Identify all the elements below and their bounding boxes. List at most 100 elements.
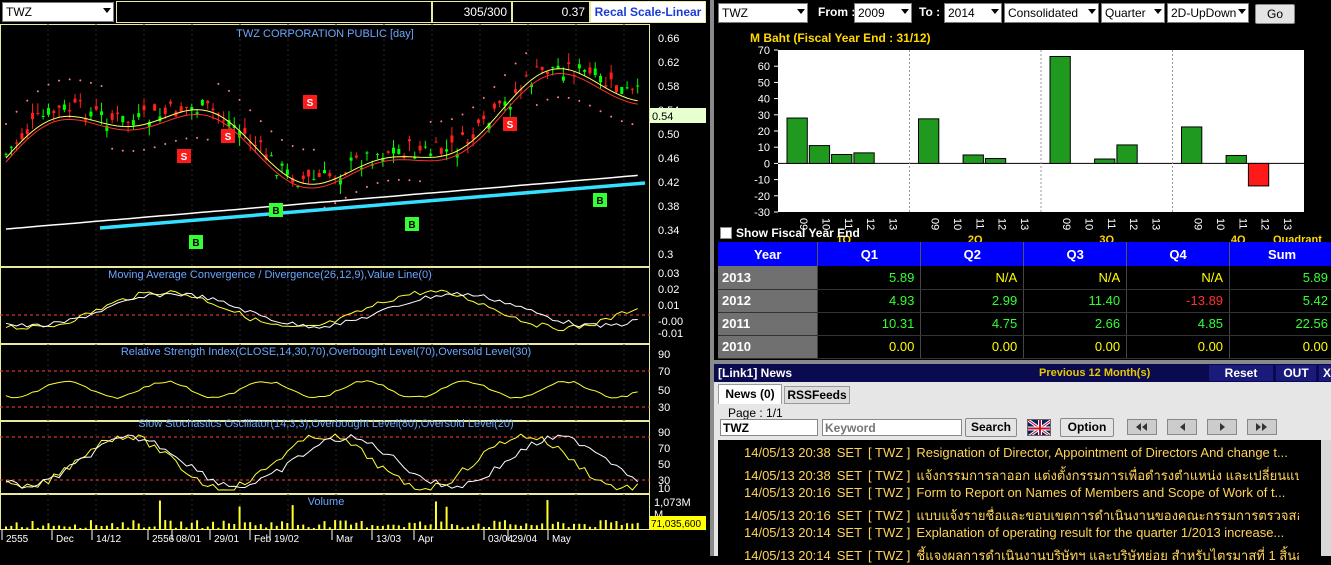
volume-bar (121, 522, 124, 530)
table-row[interactable]: 2012 4.93 2.99 11.40 -13.89 5.42 (718, 289, 1331, 313)
news-date: 14/05/13 20:16 (744, 508, 831, 523)
news-text: Form to Report on Names of Members and S… (916, 485, 1286, 500)
volume-bar (238, 506, 241, 530)
fund-symbol-select[interactable]: TWZ (718, 3, 808, 23)
consolidated-select[interactable]: Consolidated (1004, 3, 1099, 23)
previous-months-label[interactable]: Previous 12 Month(s) (1039, 367, 1150, 379)
show-fye-checkbox[interactable] (720, 227, 732, 239)
view-select[interactable]: 2D-UpDown (1167, 3, 1249, 23)
table-row[interactable]: 2011 10.31 4.75 2.66 4.85 22.56 (718, 312, 1331, 336)
to-year-select[interactable]: 2014 (944, 3, 1002, 23)
sar-dot (68, 78, 71, 81)
news-scrollbar[interactable] (1321, 440, 1331, 556)
list-item[interactable]: 14/05/13 20:38 SET [ TWZ ] Resignation of D… (744, 445, 1299, 465)
sar-dot (259, 120, 262, 123)
list-item[interactable]: 14/05/13 20:16 SET [ TWZ ] Form to Report o… (744, 485, 1299, 505)
last-page-button[interactable] (1247, 419, 1277, 435)
candle-body (163, 107, 167, 114)
search-button[interactable]: Search (965, 418, 1017, 437)
cell-q2: 4.75 (920, 312, 1025, 336)
cell-q4: 0.00 (1126, 335, 1231, 359)
y-tick-label: -10 (754, 175, 770, 187)
list-item[interactable]: 14/05/13 20:14 SET [ TWZ ] Explanation of o… (744, 525, 1299, 545)
news-market: SET (836, 468, 863, 483)
candle-body (68, 110, 72, 112)
volume-bar (153, 526, 156, 530)
volume-bar (323, 521, 326, 530)
price-tick: 0.58 (658, 81, 679, 93)
cell-q2: 0.00 (920, 335, 1025, 359)
list-item[interactable]: 14/05/13 20:38 SET [ TWZ ] แจ้งกรรมการลาออก… (744, 465, 1299, 485)
table-row[interactable]: 2010 0.00 0.00 0.00 0.00 0.00 (718, 335, 1331, 359)
recal-scale-button[interactable]: Recal Scale-Linear (590, 1, 706, 23)
language-flag-icon[interactable] (1027, 419, 1051, 436)
stoch-tick: 90 (658, 427, 670, 439)
candle-body (376, 154, 380, 156)
volume-bar (36, 527, 39, 530)
sar-dot (5, 123, 7, 125)
reset-button[interactable]: Reset (1209, 365, 1273, 381)
volume-bar (212, 521, 215, 530)
sar-dot (376, 181, 379, 184)
news-symbol-input[interactable] (720, 419, 818, 436)
out-button[interactable]: OUT (1276, 365, 1316, 381)
sar-dot (79, 79, 82, 82)
news-header-title: [Link1] News (718, 366, 793, 380)
candle-body (514, 89, 518, 93)
close-button[interactable]: X (1319, 365, 1331, 381)
news-date: 14/05/13 20:14 (744, 525, 831, 540)
date-label: Apr (418, 534, 434, 545)
volume-bar (387, 524, 390, 530)
option-button[interactable]: Option (1060, 418, 1114, 437)
table-row[interactable]: 2013 5.89 N/A N/A N/A 5.89 (718, 266, 1331, 290)
volume-bar (360, 520, 363, 530)
candle-body (131, 120, 135, 126)
period-select[interactable]: Quarter (1101, 3, 1165, 23)
volume-bar (249, 522, 252, 530)
volume-bar (105, 525, 108, 530)
col-q4: Q4 (1126, 242, 1231, 266)
volume-bar (296, 525, 299, 530)
candle-body (57, 105, 61, 108)
volume-bar (127, 527, 130, 530)
candle-body (328, 173, 332, 177)
chevron-right-icon (1220, 423, 1225, 431)
volume-bar (408, 522, 411, 530)
count-readout: 305/300 (432, 1, 512, 23)
volume-bar (302, 524, 305, 530)
symbol-select[interactable]: TWZ (2, 2, 114, 22)
volume-bar (206, 526, 209, 530)
keyword-input[interactable] (822, 419, 962, 436)
chevron-down-icon (991, 9, 999, 14)
rsi-tick: 30 (658, 402, 670, 414)
sar-dot (408, 179, 411, 182)
date-label: Feb (254, 534, 272, 545)
volume-bar (26, 527, 29, 530)
from-year-select[interactable]: 2009 (854, 3, 912, 23)
candle-body (137, 113, 141, 118)
page-indicator: Page : 1/1 (728, 406, 783, 420)
signal-label: B (272, 206, 279, 217)
list-item[interactable]: 14/05/13 20:16 SET [ TWZ ] แบบแจ้งรายชื่อแล… (744, 505, 1299, 525)
tab-news[interactable]: News (0) (718, 384, 782, 404)
go-button[interactable]: Go (1255, 4, 1295, 24)
volume-bar (546, 500, 549, 530)
tab-rss[interactable]: RSSFeeds (784, 386, 850, 404)
candle-body (492, 103, 496, 109)
symbol-value: TWZ (6, 5, 32, 19)
x-tick-label: 10 (951, 218, 963, 230)
first-page-button[interactable] (1127, 419, 1157, 435)
chevron-down-icon (797, 9, 805, 14)
volume-bar (227, 523, 230, 530)
prev-page-button[interactable] (1167, 419, 1197, 435)
volume-bar (222, 520, 225, 530)
volume-bar (578, 523, 581, 530)
technical-chart[interactable]: TWZ CORPORATION PUBLIC [day] Moving Avera… (0, 24, 710, 556)
sar-dot (355, 191, 358, 194)
volume-bar (620, 524, 623, 530)
y-tick-label: 50 (758, 77, 770, 89)
x-tick-label: 12 (1259, 218, 1271, 230)
macd-title: Moving Average Convergence / Divergence(… (108, 269, 432, 281)
list-item[interactable]: 14/05/13 20:14 SET[ TWZ ] ชี้แจงผลการดำเนิ… (744, 545, 1299, 565)
next-page-button[interactable] (1207, 419, 1237, 435)
